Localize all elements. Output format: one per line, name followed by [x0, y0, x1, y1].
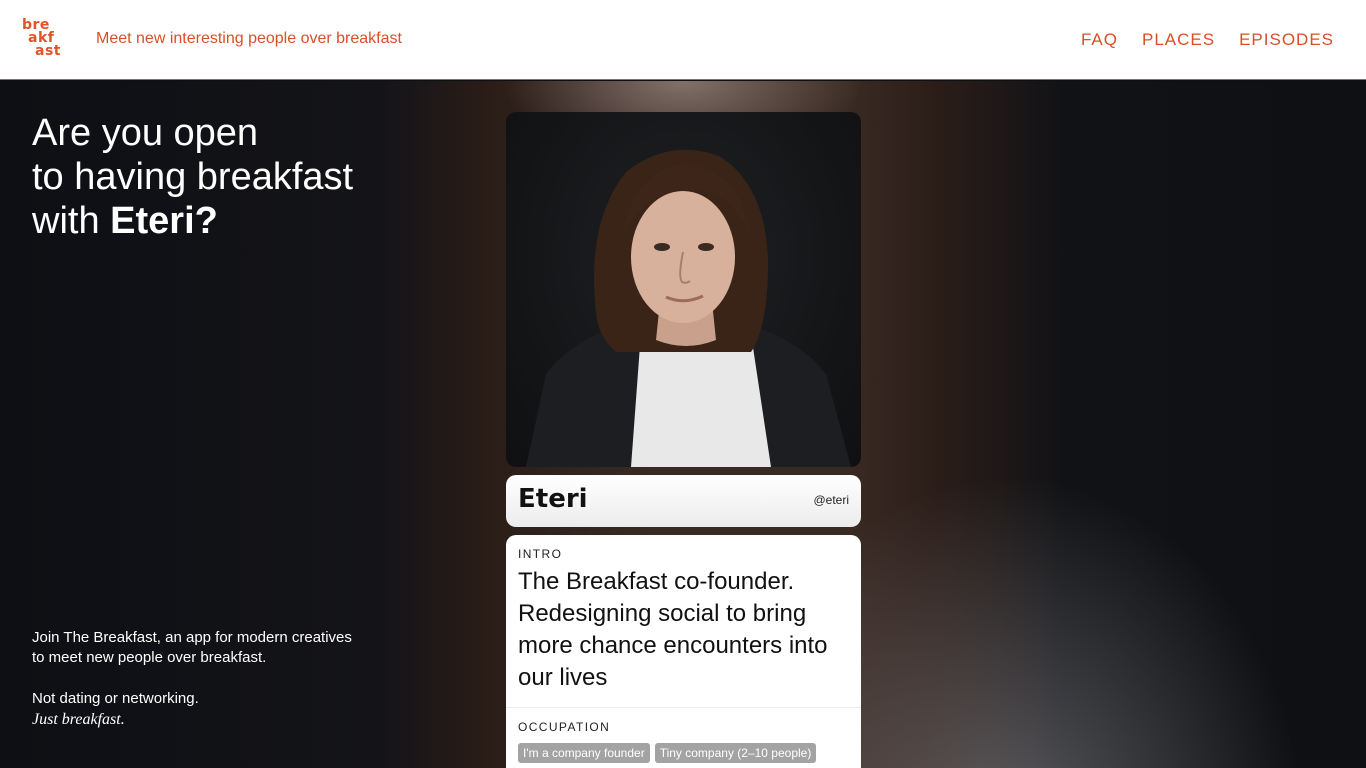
profile-handle[interactable]: @eteri	[813, 493, 849, 507]
nav-places-link[interactable]: PLACES	[1142, 30, 1215, 50]
profile-info-card: INTRO The Breakfast co-founder. Redesign…	[506, 535, 861, 768]
occupation-tag: Tiny company (2–10 people)	[654, 743, 817, 763]
main-nav: FAQ PLACES EPISODES	[1081, 30, 1334, 50]
nav-faq-link[interactable]: FAQ	[1081, 30, 1118, 50]
headline-line-2: to having breakfast	[32, 156, 354, 198]
headline-line-3-prefix: with	[32, 200, 111, 242]
section-divider	[506, 707, 861, 708]
just-breakfast-text: Just breakfast.	[32, 711, 125, 728]
occupation-tag: I'm a company founder	[518, 743, 650, 763]
profile-portrait-image	[526, 149, 851, 467]
profile-photo	[506, 112, 861, 467]
logo-line-3: ast	[35, 43, 61, 59]
intro-text: The Breakfast co-founder. Redesigning so…	[518, 568, 828, 691]
headline-line-3: with Eteri?	[32, 199, 353, 243]
join-line-2: to meet new people over breakfast.	[32, 649, 267, 666]
hero-headline: Are you open to having breakfast with Et…	[32, 111, 353, 243]
not-dating-note: Not dating or networking. Just breakfast…	[32, 688, 199, 730]
profile-name-card: Eteri @eteri	[506, 475, 861, 527]
site-tagline: Meet new interesting people over breakfa…	[96, 30, 402, 47]
nav-episodes-link[interactable]: EPISODES	[1239, 30, 1334, 50]
headline-name: Eteri?	[110, 200, 218, 242]
join-description: Join The Breakfast, an app for modern cr…	[32, 628, 412, 668]
intro-label: INTRO	[518, 547, 563, 561]
occupation-tags: I'm a company founder Tiny company (2–10…	[518, 743, 817, 763]
occupation-label: OCCUPATION	[518, 720, 611, 734]
join-line-1: Join The Breakfast, an app for modern cr…	[32, 629, 352, 646]
top-navigation-bar: bre akf ast Meet new interesting people …	[0, 0, 1366, 80]
breakfast-logo[interactable]: bre akf ast	[22, 18, 66, 61]
headline-line-1: Are you open	[32, 112, 259, 154]
profile-name: Eteri	[518, 484, 588, 514]
not-dating-text: Not dating or networking.	[32, 690, 199, 707]
